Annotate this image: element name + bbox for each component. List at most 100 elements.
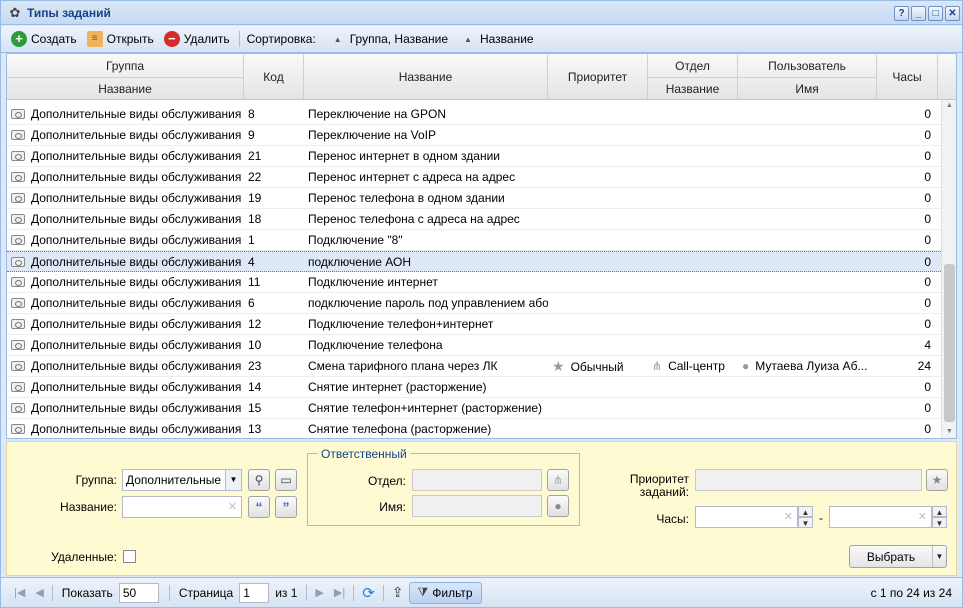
table-row[interactable]: Дополнительные виды обслуживания 19 Перено…	[7, 188, 941, 209]
hours-from-input[interactable]: ✕	[695, 506, 798, 528]
scroll-thumb[interactable]	[944, 264, 955, 422]
cell-name: подключение пароль под управлением або..…	[304, 293, 548, 313]
filter-toggle-button[interactable]: ⧩ Фильтр	[408, 581, 482, 604]
folder-camera-icon	[11, 340, 25, 350]
prev-page-icon[interactable]: ◀	[35, 586, 43, 599]
table-row[interactable]: Дополнительные виды обслуживания 9 Переклю…	[7, 125, 941, 146]
table-row[interactable]: Дополнительные виды обслуживания 22 Перено…	[7, 167, 941, 188]
spin-down-icon[interactable]: ▼	[798, 517, 813, 528]
cell-priority	[548, 398, 648, 418]
col-priority-header[interactable]: Приоритет	[548, 54, 648, 99]
cell-text: 4	[924, 338, 931, 352]
clear-icon[interactable]: ✕	[918, 510, 927, 523]
cell-text: Дополнительные виды обслуживания	[31, 359, 242, 373]
table-row[interactable]: Дополнительные виды обслуживания 23 Смена …	[7, 356, 941, 377]
star-icon[interactable]: ★	[926, 469, 948, 491]
col-hours-header[interactable]: Часы	[877, 54, 938, 99]
last-page-icon[interactable]: ▶|	[334, 586, 345, 599]
open-button[interactable]: ≡ Открыть	[83, 28, 160, 50]
col-user-name-header[interactable]: Имя	[738, 77, 877, 99]
scroll-down-icon[interactable]: ▼	[942, 426, 956, 438]
cell-text: Дополнительные виды обслуживания	[31, 191, 242, 205]
quote-close-icon[interactable]: ”	[275, 496, 297, 518]
col-dept-header[interactable]: Отдел	[648, 54, 738, 77]
refresh-icon[interactable]: ⟳	[362, 584, 375, 602]
delete-button[interactable]: − Удалить	[160, 28, 236, 50]
search-icon[interactable]: ⚲	[248, 469, 270, 491]
cell-text: Подключение телефона	[308, 338, 443, 352]
hours-to-input[interactable]: ✕	[829, 506, 932, 528]
cell-group: Дополнительные виды обслуживания	[7, 125, 244, 145]
cell-user	[738, 167, 877, 187]
col-user-header[interactable]: Пользователь	[738, 54, 877, 77]
cell-priority	[548, 230, 648, 250]
help-button[interactable]: ?	[894, 6, 909, 21]
cell-hours: 4	[877, 335, 937, 355]
cell-code: 12	[244, 314, 304, 334]
org-chart-icon[interactable]: ⋔	[547, 469, 569, 491]
table-row[interactable]: Дополнительные виды обслуживания 12 Подклю…	[7, 314, 941, 335]
priority-input[interactable]	[695, 469, 922, 491]
table-row[interactable]: Дополнительные виды обслуживания 14 Снятие…	[7, 377, 941, 398]
table-row[interactable]: Дополнительные виды обслуживания 21 Перено…	[7, 146, 941, 167]
table-row[interactable]: Дополнительные виды обслуживания 1 Подключ…	[7, 230, 941, 251]
cell-dept	[648, 314, 738, 334]
table-row[interactable]: Дополнительные виды обслуживания 10 Подклю…	[7, 335, 941, 356]
dept-input[interactable]	[412, 469, 542, 491]
user-icon[interactable]: ●	[547, 495, 569, 517]
spin-up-icon[interactable]: ▲	[798, 506, 813, 517]
hours-from-spinner[interactable]: ▲ ▼	[798, 506, 813, 528]
export-icon[interactable]: ⇪	[392, 584, 404, 601]
cell-text: Дополнительные виды обслуживания	[31, 255, 242, 269]
table-row[interactable]: Дополнительные виды обслуживания 8 Переклю…	[7, 104, 941, 125]
cell-dept	[648, 125, 738, 145]
scroll-up-icon[interactable]: ▲	[942, 100, 956, 112]
cell-user	[738, 335, 877, 355]
sort-name-button[interactable]: ▲ Название	[456, 32, 542, 46]
table-row[interactable]: Дополнительные виды обслуживания 11 Подклю…	[7, 272, 941, 293]
vertical-scrollbar[interactable]: ▲ ▼	[941, 100, 956, 438]
deleted-checkbox[interactable]	[123, 550, 136, 563]
col-group-header[interactable]: Группа	[7, 54, 244, 77]
hours-to-spinner[interactable]: ▲ ▼	[932, 506, 947, 528]
folder-camera-icon	[11, 214, 25, 224]
table-row[interactable]: Дополнительные виды обслуживания 4 подключ…	[7, 251, 941, 272]
chevron-down-icon[interactable]: ▼	[225, 470, 241, 490]
group-select[interactable]: Дополнительные в ▼	[122, 469, 242, 491]
quote-open-icon[interactable]: “	[248, 496, 270, 518]
col-group-name-header[interactable]: Название	[7, 77, 244, 99]
user-icon: ●	[742, 359, 750, 373]
table-row[interactable]: Дополнительные виды обслуживания 13 Снятие…	[7, 419, 941, 438]
table-row[interactable]: Дополнительные виды обслуживания 18 Перено…	[7, 209, 941, 230]
close-button[interactable]: ✕	[945, 6, 960, 21]
cell-text: 0	[924, 255, 931, 269]
folder-icon[interactable]: ▭	[275, 469, 297, 491]
page-size-input[interactable]: 50	[118, 582, 159, 603]
create-button[interactable]: + Создать	[7, 28, 83, 50]
table-row[interactable]: Дополнительные виды обслуживания 15 Снятие…	[7, 398, 941, 419]
spin-down-icon[interactable]: ▼	[932, 517, 947, 528]
first-page-icon[interactable]: |◀	[14, 586, 25, 599]
cell-code: 13	[244, 419, 304, 438]
name-input[interactable]: ✕	[122, 496, 242, 518]
col-name-header[interactable]: Название	[304, 54, 548, 99]
select-button[interactable]: Выбрать ▼	[849, 545, 947, 568]
page-input[interactable]: 1	[239, 582, 270, 603]
cell-name: Подключение "8"	[304, 230, 548, 250]
maximize-button[interactable]: □	[928, 6, 943, 21]
separator	[382, 584, 384, 601]
show-label: Показать	[61, 585, 113, 600]
col-code-header[interactable]: Код	[244, 54, 304, 99]
next-page-icon[interactable]: ▶	[315, 586, 323, 599]
cell-name: Подключение интернет	[304, 272, 548, 292]
user-name-input[interactable]	[412, 495, 542, 517]
chevron-down-icon[interactable]: ▼	[932, 546, 946, 567]
spin-up-icon[interactable]: ▲	[932, 506, 947, 517]
clear-icon[interactable]: ✕	[784, 510, 793, 523]
sort-group-name-button[interactable]: ▲ Группа, Название	[326, 32, 456, 46]
cell-code: 1	[244, 230, 304, 250]
col-dept-name-header[interactable]: Название	[648, 77, 738, 99]
minimize-button[interactable]: _	[911, 6, 926, 21]
clear-icon[interactable]: ✕	[228, 500, 237, 513]
table-row[interactable]: Дополнительные виды обслуживания 6 подключ…	[7, 293, 941, 314]
